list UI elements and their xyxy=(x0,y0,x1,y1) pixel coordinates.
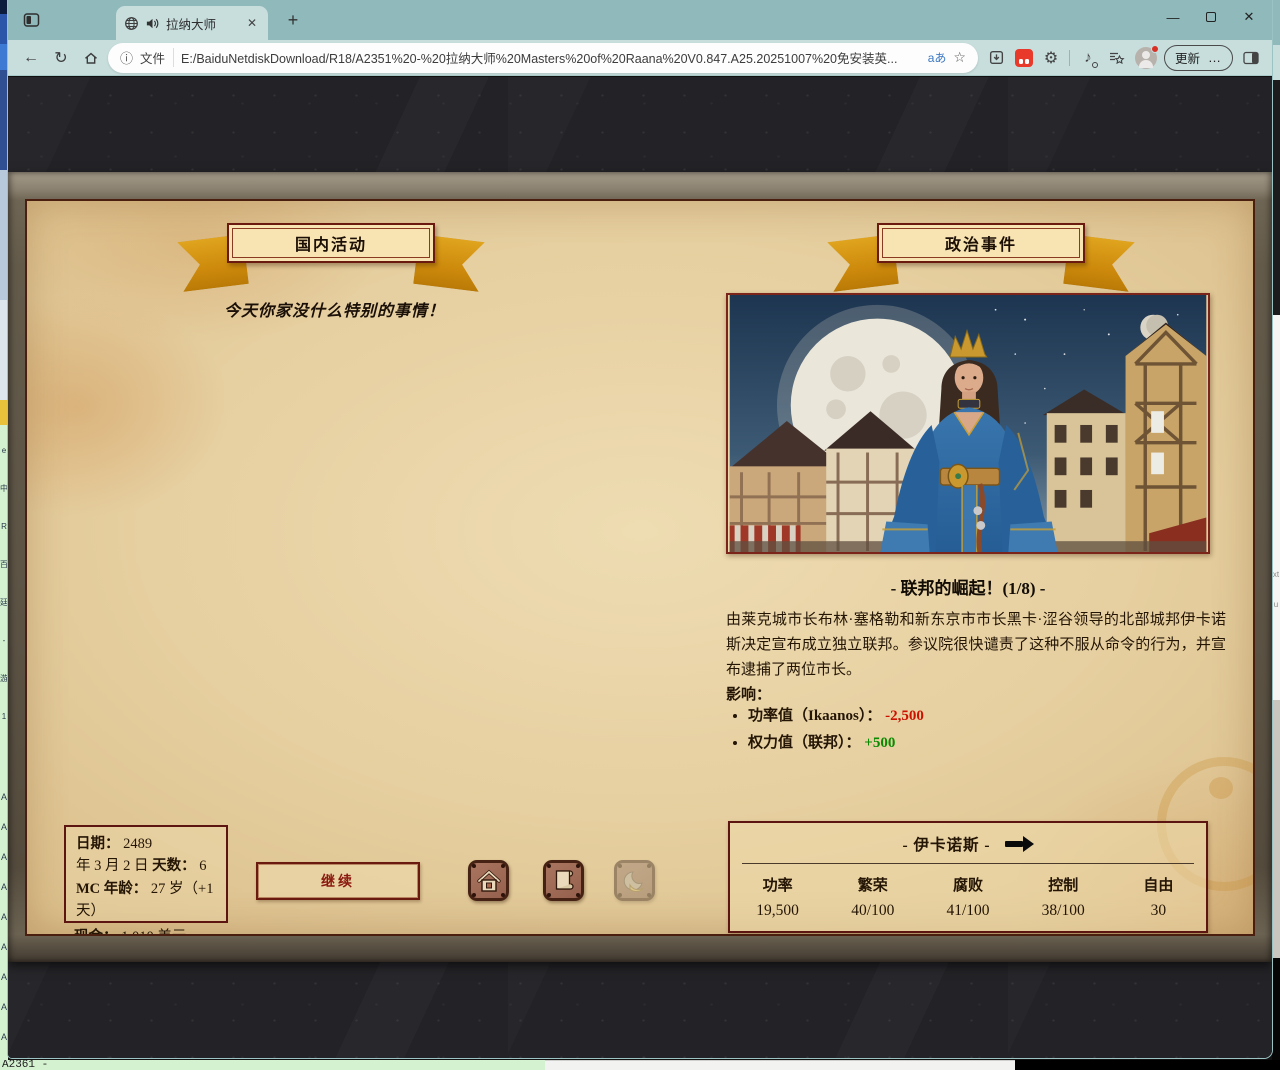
cash-label: 现金： xyxy=(74,929,118,936)
date-suffix: 年 3 月 2 日 xyxy=(76,858,152,874)
address-bar[interactable]: ⓘ 文件 E:/BaiduNetdiskDownload/R18/A2351%2… xyxy=(108,43,978,73)
url-text[interactable]: E:/BaiduNetdiskDownload/R18/A2351%20-%20… xyxy=(181,48,921,67)
extensions-button[interactable]: ⚙ xyxy=(1040,46,1062,70)
file-scheme-label: 文件 xyxy=(140,48,174,67)
log-scroll-button[interactable] xyxy=(543,860,584,901)
days-label: 天数： xyxy=(152,858,196,874)
scroll-icon xyxy=(550,867,578,895)
home-button[interactable] xyxy=(76,44,106,72)
translate-icon[interactable]: aあ xyxy=(928,49,947,66)
tab-title: 拉纳大师 xyxy=(166,14,238,33)
domestic-event-message: 今天你家没什么特别的事情！ xyxy=(224,297,445,321)
banner-label: 国内活动 xyxy=(227,223,435,263)
globe-icon xyxy=(124,16,139,31)
age-label: MC 年龄： xyxy=(76,881,147,897)
sleep-button-disabled xyxy=(614,860,655,901)
event-description: 由莱克城市长布林·塞格勒和新东京市市长黑卡·涩谷领导的北部城邦伊卡诺斯决定宣布成… xyxy=(726,608,1226,684)
stat-power: 功率 19,500 xyxy=(730,874,825,920)
divider xyxy=(742,863,1194,864)
background-window-right-edge: xt u xyxy=(1272,0,1280,1070)
stain-blob xyxy=(1209,777,1233,799)
collections-icon xyxy=(1108,50,1125,66)
stat-corruption: 腐败 41/100 xyxy=(920,874,1015,920)
background-window-text-fragments: xt u xyxy=(1272,560,1280,620)
impact-value-positive: +500 xyxy=(864,735,895,751)
date-value: 2489 xyxy=(123,836,152,852)
media-extension-button[interactable]: ♪ xyxy=(1077,46,1099,70)
collections-button[interactable] xyxy=(1106,46,1128,70)
moon-banana-icon xyxy=(621,867,649,895)
tab-close-icon[interactable]: ✕ xyxy=(244,16,260,30)
background-window-left-edge: e 中 R 百 廷 - 游 1 A A A A A A A A A xyxy=(0,0,8,1070)
tab-audio-speaker-icon[interactable] xyxy=(145,16,160,31)
event-image xyxy=(726,293,1210,554)
stat-control: 控制 38/100 xyxy=(1016,874,1111,920)
badge-icon xyxy=(1092,62,1098,68)
window-maximize-button[interactable] xyxy=(1192,0,1230,34)
refresh-button[interactable]: ↻ xyxy=(46,44,76,72)
wooden-frame: 国内活动 今天你家没什么特别的事情！ 日期： 2489 年 3 月 2 日 天数… xyxy=(8,172,1272,962)
red-extension-button[interactable] xyxy=(1015,49,1033,67)
browser-toolbar: ← ↻ ⓘ 文件 E:/BaiduNetdiskDownload/R18/A23… xyxy=(8,40,1272,76)
date-label: 日期： xyxy=(76,836,120,852)
browser-tab[interactable]: 拉纳大师 ✕ xyxy=(116,6,268,40)
stat-prosperity: 繁荣 40/100 xyxy=(825,874,920,920)
browser-update-button[interactable]: 更新 … xyxy=(1164,45,1233,71)
page-info-icon[interactable]: ⓘ xyxy=(120,48,133,67)
cash-value: 1,010 美元 xyxy=(121,929,186,936)
parchment-page: 国内活动 今天你家没什么特别的事情！ 日期： 2489 年 3 月 2 日 天数… xyxy=(25,199,1255,936)
new-tab-button[interactable]: + xyxy=(280,8,306,32)
profile-avatar[interactable] xyxy=(1135,47,1157,69)
impact-heading: 影响： xyxy=(726,683,771,704)
impact-item: 权力值（联邦）： +500 xyxy=(748,732,924,755)
toolbar-extensions-area: ⚙ ♪ 更新 … xyxy=(986,45,1272,71)
tab-actions-icon xyxy=(23,12,40,28)
window-minimize-button[interactable]: — xyxy=(1154,0,1192,34)
game-viewport: 国内活动 今天你家没什么特别的事情！ 日期： 2489 年 3 月 2 日 天数… xyxy=(8,77,1272,1058)
region-name: - 伊卡诺斯 - xyxy=(902,833,990,855)
home-button-game[interactable] xyxy=(468,860,509,901)
days-value: 6 xyxy=(199,858,206,874)
download-box-icon xyxy=(988,49,1005,66)
sidebar-toggle-button[interactable] xyxy=(1240,46,1262,70)
date-status-panel: 日期： 2489 年 3 月 2 日 天数： 6 MC 年龄： 27 岁（+1 … xyxy=(64,825,228,923)
toolbar-separator xyxy=(1069,50,1070,66)
impact-value-negative: -2,500 xyxy=(885,708,924,724)
more-menu-icon[interactable]: … xyxy=(1208,50,1222,65)
tab-actions-button[interactable] xyxy=(18,8,44,32)
maximize-icon xyxy=(1206,12,1216,22)
sidebar-icon xyxy=(1242,50,1260,66)
window-close-button[interactable]: ✕ xyxy=(1230,0,1268,34)
tab-strip: 拉纳大师 ✕ + — ✕ xyxy=(8,0,1272,40)
home-icon xyxy=(83,50,99,66)
region-stats-panel: - 伊卡诺斯 - 功率 19,500 繁荣 40/100 xyxy=(728,821,1208,933)
background-window-bottom-edge: A2361 - xyxy=(0,1060,1280,1070)
domestic-activities-banner: 国内活动 xyxy=(227,223,435,263)
back-button[interactable]: ← xyxy=(16,44,46,72)
cash-line: 现金： 1,010 美元 xyxy=(74,925,186,936)
window-controls: — ✕ xyxy=(1154,0,1268,34)
background-window-text-fragments: e 中 R 百 廷 - 游 1 xyxy=(0,432,8,736)
notification-dot xyxy=(1151,45,1159,53)
banner-label: 政治事件 xyxy=(877,223,1085,263)
background-window-file-label: A2361 - xyxy=(2,1060,48,1070)
continue-button[interactable]: 继续 xyxy=(256,862,420,900)
next-region-arrow-icon[interactable] xyxy=(1005,836,1034,852)
impact-list: 功率值（Ikaanos）： -2,500 权力值（联邦）： +500 xyxy=(726,705,924,760)
impact-item: 功率值（Ikaanos）： -2,500 xyxy=(748,705,924,728)
event-title: - 联邦的崛起！(1/8) - xyxy=(726,574,1210,599)
background-window-a-column: A A A A A A A A A xyxy=(0,782,8,1052)
stat-freedom: 自由 30 xyxy=(1111,874,1206,920)
favorite-star-icon[interactable]: ☆ xyxy=(953,49,966,66)
political-events-banner: 政治事件 xyxy=(877,223,1085,263)
browser-window: 拉纳大师 ✕ + — ✕ ← ↻ ⓘ 文件 E:/BaiduNetdiskDow… xyxy=(8,0,1272,1058)
house-icon xyxy=(475,867,503,895)
download-extension-button[interactable] xyxy=(986,46,1008,70)
